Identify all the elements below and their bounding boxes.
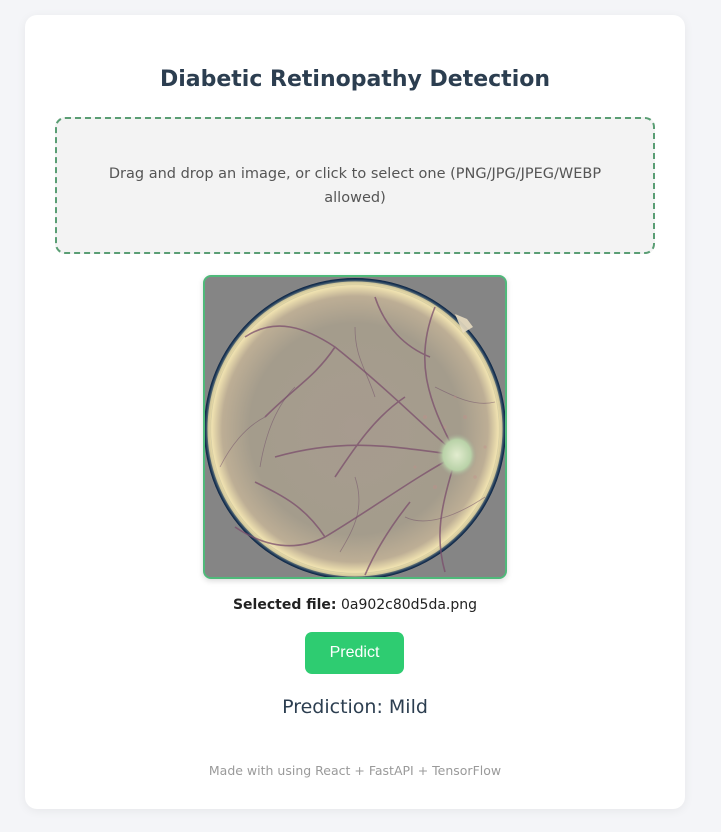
footer-credits: Made with using React + FastAPI + Tensor… xyxy=(208,763,502,778)
main-card: Diabetic Retinopathy Detection Drag and … xyxy=(25,15,685,809)
image-dropzone[interactable]: Drag and drop an image, or click to sele… xyxy=(55,117,655,254)
dropzone-instructions: Drag and drop an image, or click to sele… xyxy=(108,165,602,206)
predict-button[interactable]: Predict xyxy=(305,632,404,674)
selected-file-info: Selected file: 0a902c80d5da.png xyxy=(25,597,685,613)
page-title: Diabetic Retinopathy Detection xyxy=(159,67,551,92)
selected-file-name: 0a902c80d5da.png xyxy=(340,597,478,613)
prediction-result: Prediction: Mild xyxy=(282,696,428,718)
image-preview xyxy=(203,275,507,579)
selected-file-label: Selected file: xyxy=(232,597,337,613)
retina-fundus-image xyxy=(205,277,505,577)
